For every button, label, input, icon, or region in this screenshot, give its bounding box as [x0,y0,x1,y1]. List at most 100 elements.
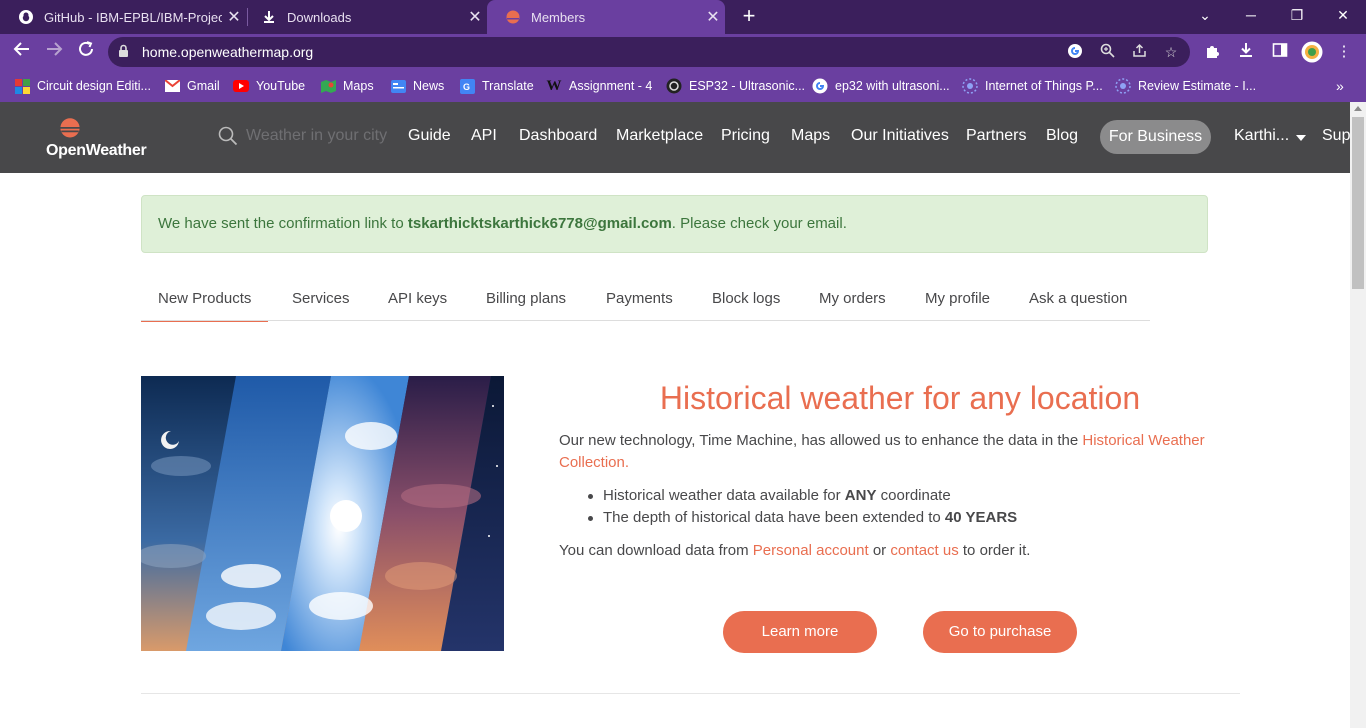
page-scrollbar[interactable] [1350,102,1366,728]
youtube-icon [233,78,249,94]
scroll-thumb[interactable] [1352,117,1364,289]
nav-support[interactable]: Sup [1322,127,1350,145]
tab-search-icon[interactable]: ⌄ [1182,0,1228,32]
nav-api[interactable]: API [471,127,497,145]
logo-text: OpenWeather [46,142,147,159]
bookmark-assignment[interactable]: W Assignment - 4 [546,76,653,96]
confirmation-alert: We have sent the confirmation link to ts… [141,195,1208,253]
alert-suffix: . Please check your email. [671,215,847,232]
close-window-button[interactable]: ✕ [1320,0,1366,32]
translate-icon: G [459,78,475,94]
bookmark-star-icon[interactable]: ☆ [1162,43,1180,61]
bookmark-label: Internet of Things P... [985,79,1103,93]
site-header: OpenWeather Weather in your city Guide A… [0,102,1350,173]
alert-prefix: We have sent the confirmation link to [158,215,408,232]
tab-billing-plans[interactable]: Billing plans [486,290,566,307]
back-button[interactable] [9,40,35,64]
ibm-icon [1115,78,1131,94]
google-lens-icon[interactable] [1066,43,1084,61]
bookmark-label: Assignment - 4 [569,79,653,93]
bookmarks-bar: Circuit design Editi... Gmail YouTube Ma… [0,70,1366,102]
user-menu[interactable]: Karthi... [1234,127,1289,145]
share-icon[interactable] [1130,43,1148,61]
tab-api-keys[interactable]: API keys [388,290,447,307]
forward-button[interactable] [41,40,67,64]
browser-tab-members[interactable]: Members ✕ [487,0,725,34]
logo-sun-icon [56,118,84,138]
close-icon[interactable]: ✕ [463,7,487,27]
restore-button[interactable]: ❐ [1274,0,1320,32]
download-icon[interactable] [1236,42,1256,62]
list-item: Historical weather data available for AN… [587,485,1017,507]
bookmark-translate[interactable]: G Translate [459,76,534,96]
browser-tab-strip: GitHub - IBM-EPBL/IBM-Project- ✕ Downloa… [0,0,1366,34]
bookmark-label: ESP32 - Ultrasonic... [689,79,806,93]
bookmark-maps[interactable]: Maps [320,76,374,96]
bookmark-label: YouTube [256,79,306,93]
bullet-bold: ANY [844,487,877,504]
bullet-bold: 40 YEARS [944,509,1018,526]
more-menu-icon[interactable]: ⋮ [1334,42,1354,62]
search-icon [218,126,238,146]
tab-title: GitHub - IBM-EPBL/IBM-Project- [44,9,222,25]
nav-blog[interactable]: Blog [1046,127,1078,145]
tab-new-products[interactable]: New Products [141,290,269,322]
learn-more-button[interactable]: Learn more [723,611,877,653]
go-to-purchase-button[interactable]: Go to purchase [923,611,1077,653]
personal-account-link[interactable]: Personal account [753,542,869,559]
promo-desc-period: . [624,454,630,471]
bookmark-circuit[interactable]: Circuit design Editi... [14,76,151,96]
browser-tab-downloads[interactable]: Downloads ✕ [243,0,487,34]
bookmark-label: Maps [343,79,374,93]
bookmark-iot[interactable]: Internet of Things P... [962,76,1103,96]
tab-payments[interactable]: Payments [606,290,673,307]
search-input[interactable]: Weather in your city [246,127,387,145]
city-search[interactable]: Weather in your city [218,126,387,146]
nav-our-initiatives[interactable]: Our Initiatives [851,127,949,145]
profile-avatar-icon[interactable] [1301,41,1323,63]
side-panel-icon[interactable] [1270,42,1290,62]
bookmark-ep32[interactable]: ep32 with ultrasoni... [812,76,950,96]
nav-marketplace[interactable]: Marketplace [616,127,703,145]
promo-bullets: Historical weather data available for AN… [587,485,1018,529]
address-bar[interactable]: home.openweathermap.org ☆ [108,37,1190,67]
gmail-icon [164,78,180,94]
nav-pricing[interactable]: Pricing [721,127,770,145]
tab-my-orders[interactable]: My orders [819,290,886,307]
more-bookmarks-icon[interactable]: » [1336,76,1344,96]
nav-partners[interactable]: Partners [966,127,1026,145]
openweather-logo[interactable]: OpenWeather [46,114,156,162]
bookmark-youtube[interactable]: YouTube [233,76,305,96]
promo-download-text: You can download data from Personal acco… [559,540,1030,562]
for-business-button[interactable]: For Business [1100,120,1211,154]
github-icon [18,9,34,25]
reload-button[interactable] [73,40,99,64]
tab-ask-a-question[interactable]: Ask a question [1029,290,1127,307]
bookmark-news[interactable]: News [390,76,444,96]
tab-my-profile[interactable]: My profile [925,290,990,307]
dl-text: or [868,542,891,559]
minimize-button[interactable]: ─ [1228,0,1274,32]
url-text: home.openweathermap.org [142,44,314,60]
tab-services[interactable]: Services [292,290,350,307]
tab-title: Downloads [287,9,352,25]
scroll-up-icon[interactable] [1354,106,1362,111]
browser-tab-github[interactable]: GitHub - IBM-EPBL/IBM-Project- ✕ [0,0,246,34]
nav-dashboard[interactable]: Dashboard [519,127,597,145]
svg-text:G: G [463,82,470,92]
nav-guide[interactable]: Guide [408,127,451,145]
bookmark-gmail[interactable]: Gmail [164,76,220,96]
extensions-icon[interactable] [1202,42,1222,62]
openweather-icon [505,9,521,25]
new-tab-button[interactable]: + [736,4,762,30]
bookmark-esp32[interactable]: ESP32 - Ultrasonic... [666,76,805,96]
tab-block-logs[interactable]: Block logs [712,290,780,307]
circuit-icon [14,78,30,94]
chevron-down-icon[interactable] [1296,135,1306,141]
nav-maps[interactable]: Maps [791,127,830,145]
contact-us-link[interactable]: contact us [890,542,958,559]
close-icon[interactable]: ✕ [701,7,725,27]
tab-title: Members [531,9,586,25]
zoom-icon[interactable] [1098,43,1116,61]
bookmark-review[interactable]: Review Estimate - I... [1115,76,1256,96]
